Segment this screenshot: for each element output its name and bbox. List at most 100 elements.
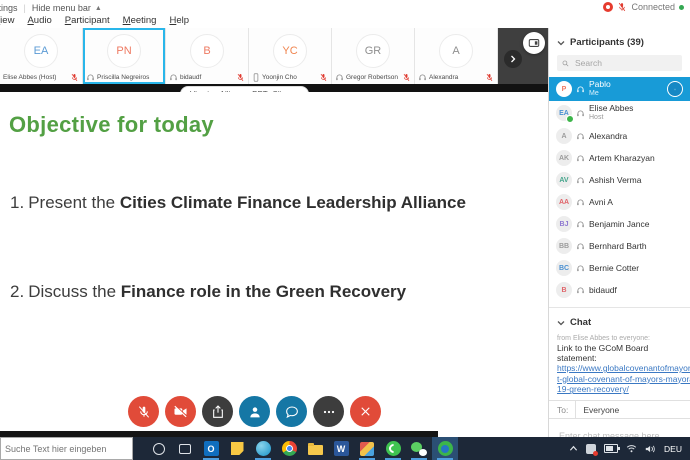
recording-indicator-icon[interactable]: [603, 2, 613, 12]
taskbar-search-input[interactable]: [1, 443, 132, 455]
recipient-select[interactable]: Everyone: [576, 405, 690, 415]
chat-link-line[interactable]: t-global-covenant-of-mayors-mayoral-boa: [549, 374, 690, 385]
battery-icon[interactable]: [604, 444, 618, 453]
webex-active-app-button[interactable]: [432, 437, 458, 460]
avatar: BJ: [556, 216, 572, 232]
participant-name: Pablo: [589, 80, 611, 90]
avatar-initials: GR: [365, 45, 382, 57]
search-input[interactable]: [573, 57, 677, 69]
volume-icon[interactable]: [645, 444, 656, 454]
wechat-icon: [411, 442, 427, 456]
whatsapp-icon: [386, 441, 401, 456]
video-thumbnail-yoonjin[interactable]: YC Yoonjin Cho: [249, 28, 332, 84]
chat-section-header[interactable]: Chat: [549, 308, 690, 333]
leave-meeting-button[interactable]: [350, 396, 381, 427]
chevron-up-icon: ▲: [95, 5, 102, 12]
avatar: B: [556, 282, 572, 298]
file-explorer-button[interactable]: [302, 437, 328, 460]
participant-role: Host: [589, 114, 633, 122]
presence-badge: [566, 115, 574, 123]
chat-panel-button[interactable]: [276, 396, 307, 427]
more-dots-icon: [321, 404, 337, 420]
close-icon: [358, 404, 373, 419]
divider: |: [24, 3, 26, 13]
whatsapp-button[interactable]: [380, 437, 406, 460]
participant-row[interactable]: AK Artem Kharazyan: [549, 147, 690, 169]
webex-meetings-button[interactable]: [250, 437, 276, 460]
chat-recipient-row: To: Everyone: [549, 400, 690, 419]
video-thumbnail-bidaudf[interactable]: B bidaudf: [166, 28, 249, 84]
sticky-notes-button[interactable]: [224, 437, 250, 460]
hide-menu-bar-button[interactable]: Hide menu bar: [32, 3, 91, 13]
list-text-bold: Finance role in the Green Recovery: [121, 282, 406, 301]
tray-app-icon[interactable]: [586, 444, 596, 454]
participant-row[interactable]: AV Ashish Verma: [549, 169, 690, 191]
menu-help[interactable]: Help: [169, 15, 189, 26]
avatar: EA: [24, 34, 58, 68]
word-icon: [334, 441, 349, 456]
participant-row-me[interactable]: P PabloMe: [549, 77, 690, 101]
cortana-button[interactable]: [146, 437, 172, 460]
wifi-icon[interactable]: [626, 444, 637, 453]
participant-row[interactable]: AA Avni A: [549, 191, 690, 213]
taskbar-apps: [146, 437, 458, 460]
outlook-button[interactable]: [198, 437, 224, 460]
participant-row[interactable]: BJ Benjamin Jance: [549, 213, 690, 235]
participants-panel-button[interactable]: [239, 396, 270, 427]
menu-audio[interactable]: Audio: [27, 15, 51, 26]
share-content-button[interactable]: [202, 396, 233, 427]
share-icon: [210, 404, 226, 420]
avatar-initials: AA: [559, 199, 569, 206]
start-video-button[interactable]: [165, 396, 196, 427]
participants-icon: [247, 404, 263, 420]
slide-list-item: 1. Present the Cities Climate Finance Le…: [10, 192, 475, 214]
participant-row[interactable]: BB Bernhard Barth: [549, 235, 690, 257]
webex-meeting-window: Settings | Hide menu bar ▲ Connected Vie…: [0, 0, 690, 460]
unmute-me-button[interactable]: [667, 81, 683, 97]
chrome-button[interactable]: [276, 437, 302, 460]
chevron-down-icon: [557, 40, 565, 46]
webex-active-icon: [438, 441, 453, 456]
tray-expand-icon[interactable]: [569, 445, 578, 452]
layout-view-button[interactable]: [523, 32, 545, 54]
participants-count-label: Participants (39): [570, 37, 644, 48]
headset-icon: [576, 132, 585, 141]
video-thumbnail-gregor[interactable]: GR Gregor Robertson: [332, 28, 415, 84]
headset-icon: [335, 73, 344, 82]
video-thumbnail-alexandra[interactable]: A Alexandra: [415, 28, 498, 84]
participant-search[interactable]: [557, 55, 682, 71]
participant-row[interactable]: A Alexandra: [549, 125, 690, 147]
menu-view[interactable]: View: [0, 15, 14, 26]
unmute-button[interactable]: [128, 396, 159, 427]
participant-name: Alexandra: [589, 131, 627, 141]
participant-row-elise[interactable]: EA Elise AbbesHost: [549, 101, 690, 125]
menu-participant[interactable]: Participant: [65, 15, 110, 26]
chat-message-text: Link to the GCoM Board statement:: [549, 342, 690, 363]
headset-icon: [576, 109, 585, 118]
menu-items: View Audio Participant Meeting Help: [0, 15, 189, 26]
photos-button[interactable]: [354, 437, 380, 460]
participant-name: Avni A: [589, 197, 613, 207]
next-participants-button[interactable]: [504, 50, 522, 68]
headset-icon: [576, 220, 585, 229]
participant-row[interactable]: BC Bernie Cotter: [549, 257, 690, 279]
settings-label[interactable]: Settings: [0, 3, 18, 13]
chat-link-line[interactable]: https://www.globalcovenantofmayors.org/: [549, 363, 690, 374]
taskbar-search-box[interactable]: [0, 437, 133, 460]
list-text: Present the: [28, 193, 120, 212]
menu-meeting[interactable]: Meeting: [123, 15, 157, 26]
list-number: 2.: [10, 281, 24, 303]
task-view-button[interactable]: [172, 437, 198, 460]
participants-section-header[interactable]: Participants (39): [549, 28, 690, 53]
video-thumbnail-elise[interactable]: EA Elise Abbes (Host): [0, 28, 83, 84]
participant-name: Alexandra: [429, 74, 458, 81]
avatar: EA: [556, 105, 572, 121]
more-options-button[interactable]: [313, 396, 344, 427]
avatar: BB: [556, 238, 572, 254]
participant-row[interactable]: B bidaudf: [549, 279, 690, 301]
wechat-button[interactable]: [406, 437, 432, 460]
language-indicator[interactable]: DEU: [664, 444, 682, 454]
video-thumbnail-priscilla-active-speaker[interactable]: PN Priscilla Negreiros: [83, 28, 166, 84]
chat-link-line[interactable]: 19-green-recovery/: [549, 384, 690, 395]
word-button[interactable]: [328, 437, 354, 460]
